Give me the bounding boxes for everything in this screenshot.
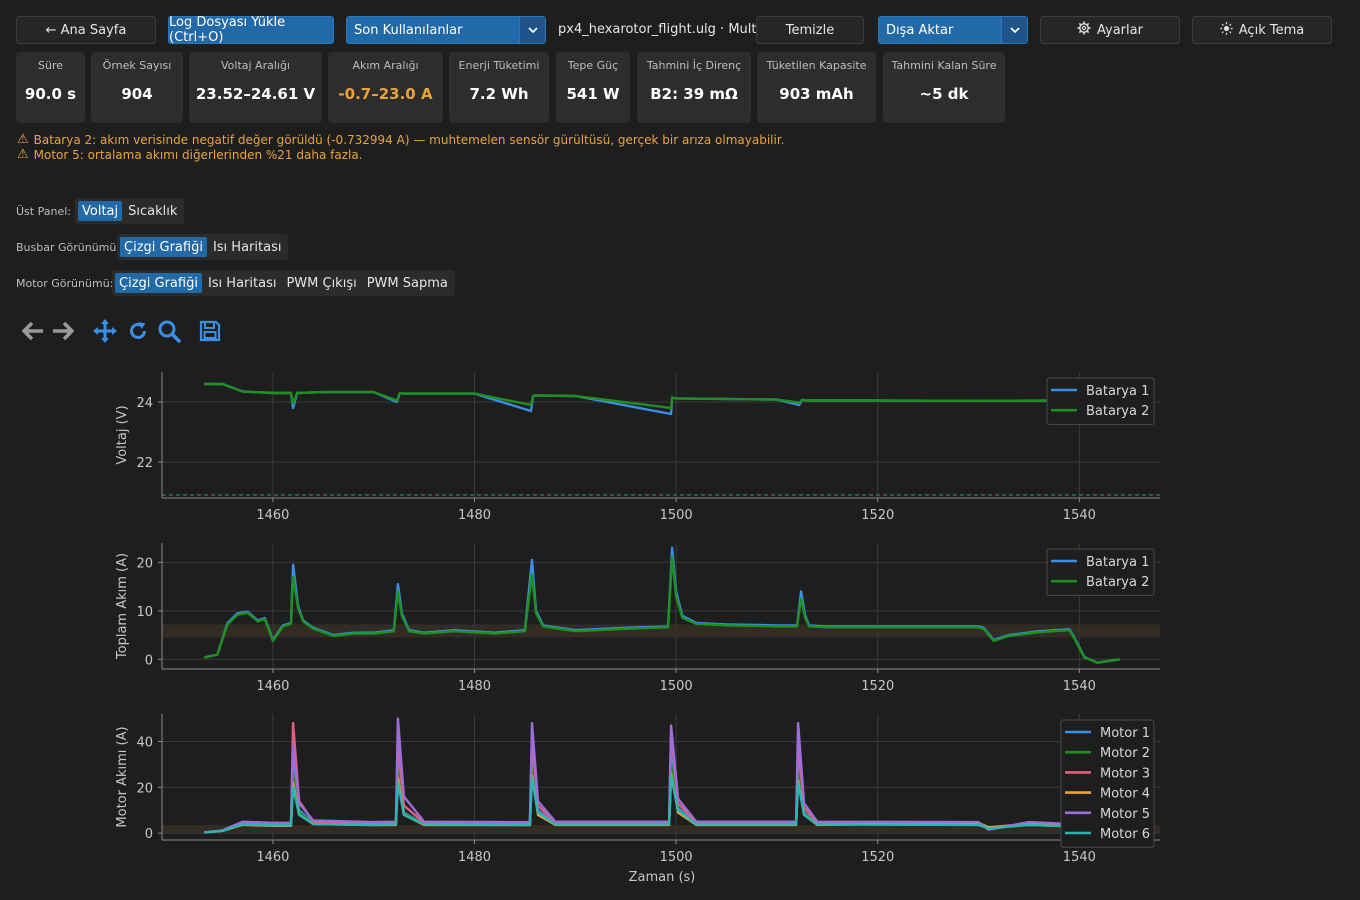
x-tick-label: 1480 xyxy=(458,850,491,865)
legend-label: Motor 4 xyxy=(1100,787,1150,802)
x-tick-label: 1480 xyxy=(458,508,491,523)
legend-label: Batarya 2 xyxy=(1086,404,1149,419)
x-tick-label: 1520 xyxy=(861,850,894,865)
x-tick-label: 1460 xyxy=(256,679,289,694)
y-tick-label: 0 xyxy=(145,653,153,668)
x-tick-label: 1460 xyxy=(256,508,289,523)
y-axis-label: Voltaj (V) xyxy=(115,405,130,464)
legend-label: Motor 1 xyxy=(1100,726,1150,741)
x-tick-label: 1460 xyxy=(256,850,289,865)
series-line-2 xyxy=(204,556,1120,664)
legend-label: Motor 2 xyxy=(1100,746,1150,761)
legend-label: Batarya 1 xyxy=(1086,384,1149,399)
y-tick-label: 0 xyxy=(145,827,153,842)
total-current-plot: 1460 1480 1500 1520 1540 0 10 20 Toplam Akım (A)… xyxy=(115,543,1160,694)
series-line-1 xyxy=(204,382,1110,416)
x-tick-label: 1540 xyxy=(1063,679,1096,694)
x-tick-label: 1500 xyxy=(660,508,693,523)
legend-label: Motor 5 xyxy=(1100,807,1150,822)
series-line-2 xyxy=(204,382,1110,410)
y-axis-label: Motor Akımı (A) xyxy=(115,726,130,827)
x-tick-label: 1480 xyxy=(458,679,491,694)
legend-label: Batarya 1 xyxy=(1086,555,1149,570)
x-axis-label: Zaman (s) xyxy=(629,870,696,885)
x-tick-label: 1540 xyxy=(1063,850,1096,865)
series-line-3 xyxy=(204,722,1120,834)
series-line-5 xyxy=(204,717,1120,834)
y-tick-label: 40 xyxy=(136,735,153,750)
y-tick-label: 20 xyxy=(136,781,153,796)
x-tick-label: 1500 xyxy=(660,850,693,865)
plots-area: 1460 1480 1500 1520 1540 22 24 Voltaj (V) Batary… xyxy=(115,372,1160,885)
y-tick-label: 10 xyxy=(136,605,153,620)
legend-label: Motor 6 xyxy=(1100,827,1150,842)
y-tick-label: 24 xyxy=(136,396,153,411)
x-tick-label: 1500 xyxy=(660,679,693,694)
voltage-plot: 1460 1480 1500 1520 1540 22 24 Voltaj (V) Batary… xyxy=(115,372,1160,523)
legend-label: Batarya 2 xyxy=(1086,575,1149,590)
legend-label: Motor 3 xyxy=(1100,766,1150,781)
y-tick-label: 20 xyxy=(136,556,153,571)
y-axis-label: Toplam Akım (A) xyxy=(115,553,130,660)
x-tick-label: 1520 xyxy=(861,508,894,523)
x-tick-label: 1540 xyxy=(1063,508,1096,523)
series-line-1 xyxy=(204,546,1120,664)
x-tick-label: 1520 xyxy=(861,679,894,694)
motor-current-plot: 1460 1480 1500 1520 1540 0 20 40 Motor Akımı (A)… xyxy=(115,714,1160,885)
y-tick-label: 22 xyxy=(136,456,153,471)
